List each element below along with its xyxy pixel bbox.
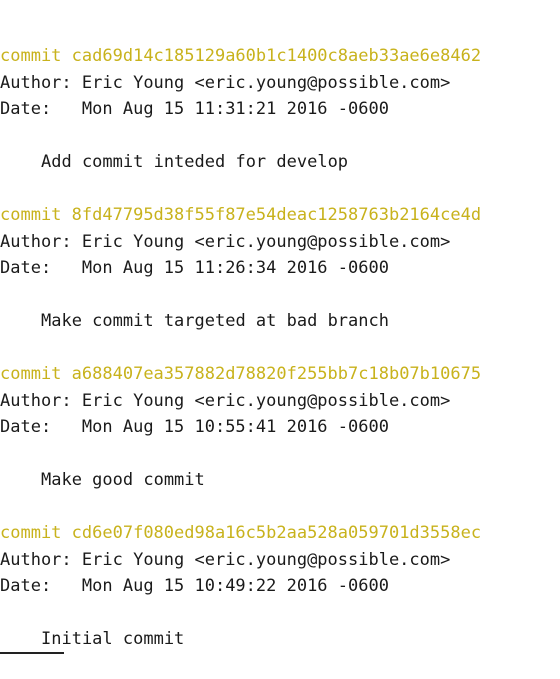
author-label: Author: xyxy=(0,231,72,252)
date-label: Date: xyxy=(0,99,52,119)
commit-message: Make commit targeted at bad branch xyxy=(41,311,389,331)
commit-message: Add commit inteded for develop xyxy=(41,152,349,172)
author-value: Eric Young <eric.young@possible.com> xyxy=(81,549,451,570)
commit-entry: commit 8fd47795d38f55f87e54deac1258763b2… xyxy=(0,202,560,335)
date-label: Date: xyxy=(0,417,52,437)
date-label: Date: xyxy=(0,258,52,278)
author-line: Author: Eric Young <eric.young@possible.… xyxy=(0,70,560,97)
commit-message: Make good commit xyxy=(41,470,205,490)
date-line: Date: Mon Aug 15 11:31:21 2016 -0600 xyxy=(0,96,560,123)
date-value: Mon Aug 15 10:49:22 2016 -0600 xyxy=(81,576,389,596)
commit-entry: commit a688407ea357882d78820f255bb7c18b0… xyxy=(0,361,560,494)
commit-label: commit xyxy=(0,523,62,543)
commit-hash: cd6e07f080ed98a16c5b2aa528a059701d3558ec xyxy=(71,523,482,543)
date-label: Date: xyxy=(0,576,52,596)
author-value: Eric Young <eric.young@possible.com> xyxy=(81,72,451,93)
author-label: Author: xyxy=(0,549,72,570)
author-label: Author: xyxy=(0,390,72,411)
author-value: Eric Young <eric.young@possible.com> xyxy=(81,231,451,252)
commit-line: commit cd6e07f080ed98a16c5b2aa528a059701… xyxy=(0,520,560,547)
author-line: Author: Eric Young <eric.young@possible.… xyxy=(0,388,560,415)
commit-entry: commit cad69d14c185129a60b1c1400c8aeb33a… xyxy=(0,43,560,176)
date-value: Mon Aug 15 11:31:21 2016 -0600 xyxy=(81,99,389,119)
commit-label: commit xyxy=(0,205,62,225)
commit-label: commit xyxy=(0,364,62,384)
author-label: Author: xyxy=(0,72,72,93)
commit-label: commit xyxy=(0,46,62,66)
commit-message: Initial commit xyxy=(41,629,185,649)
author-line: Author: Eric Young <eric.young@possible.… xyxy=(0,229,560,256)
commit-line: commit 8fd47795d38f55f87e54deac1258763b2… xyxy=(0,202,560,229)
commit-line: commit a688407ea357882d78820f255bb7c18b0… xyxy=(0,361,560,388)
author-value: Eric Young <eric.young@possible.com> xyxy=(81,390,451,411)
commit-line: commit cad69d14c185129a60b1c1400c8aeb33a… xyxy=(0,43,560,70)
date-line: Date: Mon Aug 15 10:49:22 2016 -0600 xyxy=(0,573,560,600)
author-line: Author: Eric Young <eric.young@possible.… xyxy=(0,547,560,574)
commit-hash: a688407ea357882d78820f255bb7c18b07b10675 xyxy=(71,364,482,384)
commit-entry: commit cd6e07f080ed98a16c5b2aa528a059701… xyxy=(0,520,560,653)
date-line: Date: Mon Aug 15 11:26:34 2016 -0600 xyxy=(0,255,560,282)
date-value: Mon Aug 15 11:26:34 2016 -0600 xyxy=(81,258,389,278)
git-log-output: commit cad69d14c185129a60b1c1400c8aeb33a… xyxy=(0,43,560,679)
date-value: Mon Aug 15 10:55:41 2016 -0600 xyxy=(81,417,389,437)
commit-hash: 8fd47795d38f55f87e54deac1258763b2164ce4d xyxy=(71,205,482,225)
date-line: Date: Mon Aug 15 10:55:41 2016 -0600 xyxy=(0,414,560,441)
commit-hash: cad69d14c185129a60b1c1400c8aeb33ae6e8462 xyxy=(71,46,482,66)
